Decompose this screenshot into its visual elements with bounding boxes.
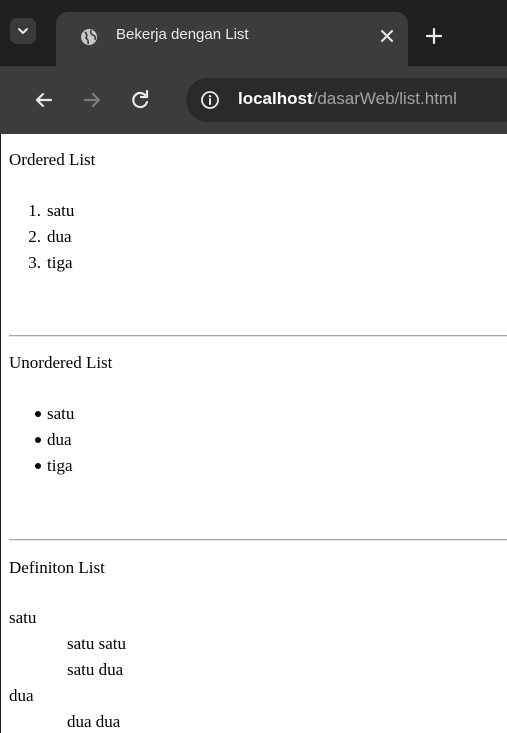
- list-item-text: satu: [47, 201, 75, 220]
- bullet-icon: [35, 437, 41, 443]
- list-item-text: tiga: [47, 456, 73, 475]
- ordered-list-heading: Ordered List: [9, 150, 96, 169]
- unordered-list-heading: Unordered List: [9, 353, 113, 372]
- plus-icon[interactable]: [424, 26, 444, 46]
- list-item-text: satu: [47, 404, 75, 423]
- chevron-down-icon: [18, 28, 28, 34]
- bullet-icon: [35, 411, 41, 417]
- divider: [9, 335, 507, 337]
- reload-icon[interactable]: [128, 88, 152, 112]
- browser-toolbar: localhost/dasarWeb/list.html: [0, 66, 507, 134]
- definition-description: satu satu: [67, 634, 127, 653]
- definition-description: satu dua: [67, 660, 124, 679]
- active-tab[interactable]: Bekerja dengan List: [56, 12, 408, 66]
- tab-search-button[interactable]: [10, 18, 36, 44]
- url-text[interactable]: localhost/dasarWeb/list.html: [238, 89, 457, 109]
- list-number: 3.: [28, 253, 41, 272]
- arrow-right-icon[interactable]: [80, 88, 104, 112]
- definition-term: dua: [9, 686, 34, 705]
- divider: [9, 539, 507, 541]
- list-item-text: tiga: [47, 253, 73, 272]
- url-host: localhost: [238, 89, 313, 108]
- address-bar[interactable]: localhost/dasarWeb/list.html: [186, 78, 507, 122]
- definition-list-heading: Definiton List: [9, 558, 105, 577]
- page-viewport: Ordered List 1. satu 2. dua 3. tiga Unor…: [0, 134, 507, 733]
- tab-strip: Bekerja dengan List: [0, 0, 507, 66]
- list-item-text: dua: [47, 227, 72, 246]
- globe-icon: [81, 29, 97, 45]
- list-number: 2.: [28, 227, 41, 246]
- arrow-left-icon[interactable]: [32, 88, 56, 112]
- tab-title: Bekerja dengan List: [116, 26, 249, 43]
- definition-term: satu: [9, 608, 37, 627]
- list-number: 1.: [28, 201, 41, 220]
- close-icon[interactable]: [378, 27, 396, 45]
- info-icon[interactable]: [200, 90, 220, 110]
- url-path: /dasarWeb/list.html: [312, 89, 457, 108]
- list-item-text: dua: [47, 430, 72, 449]
- definition-description: dua dua: [67, 712, 121, 731]
- bullet-icon: [35, 463, 41, 469]
